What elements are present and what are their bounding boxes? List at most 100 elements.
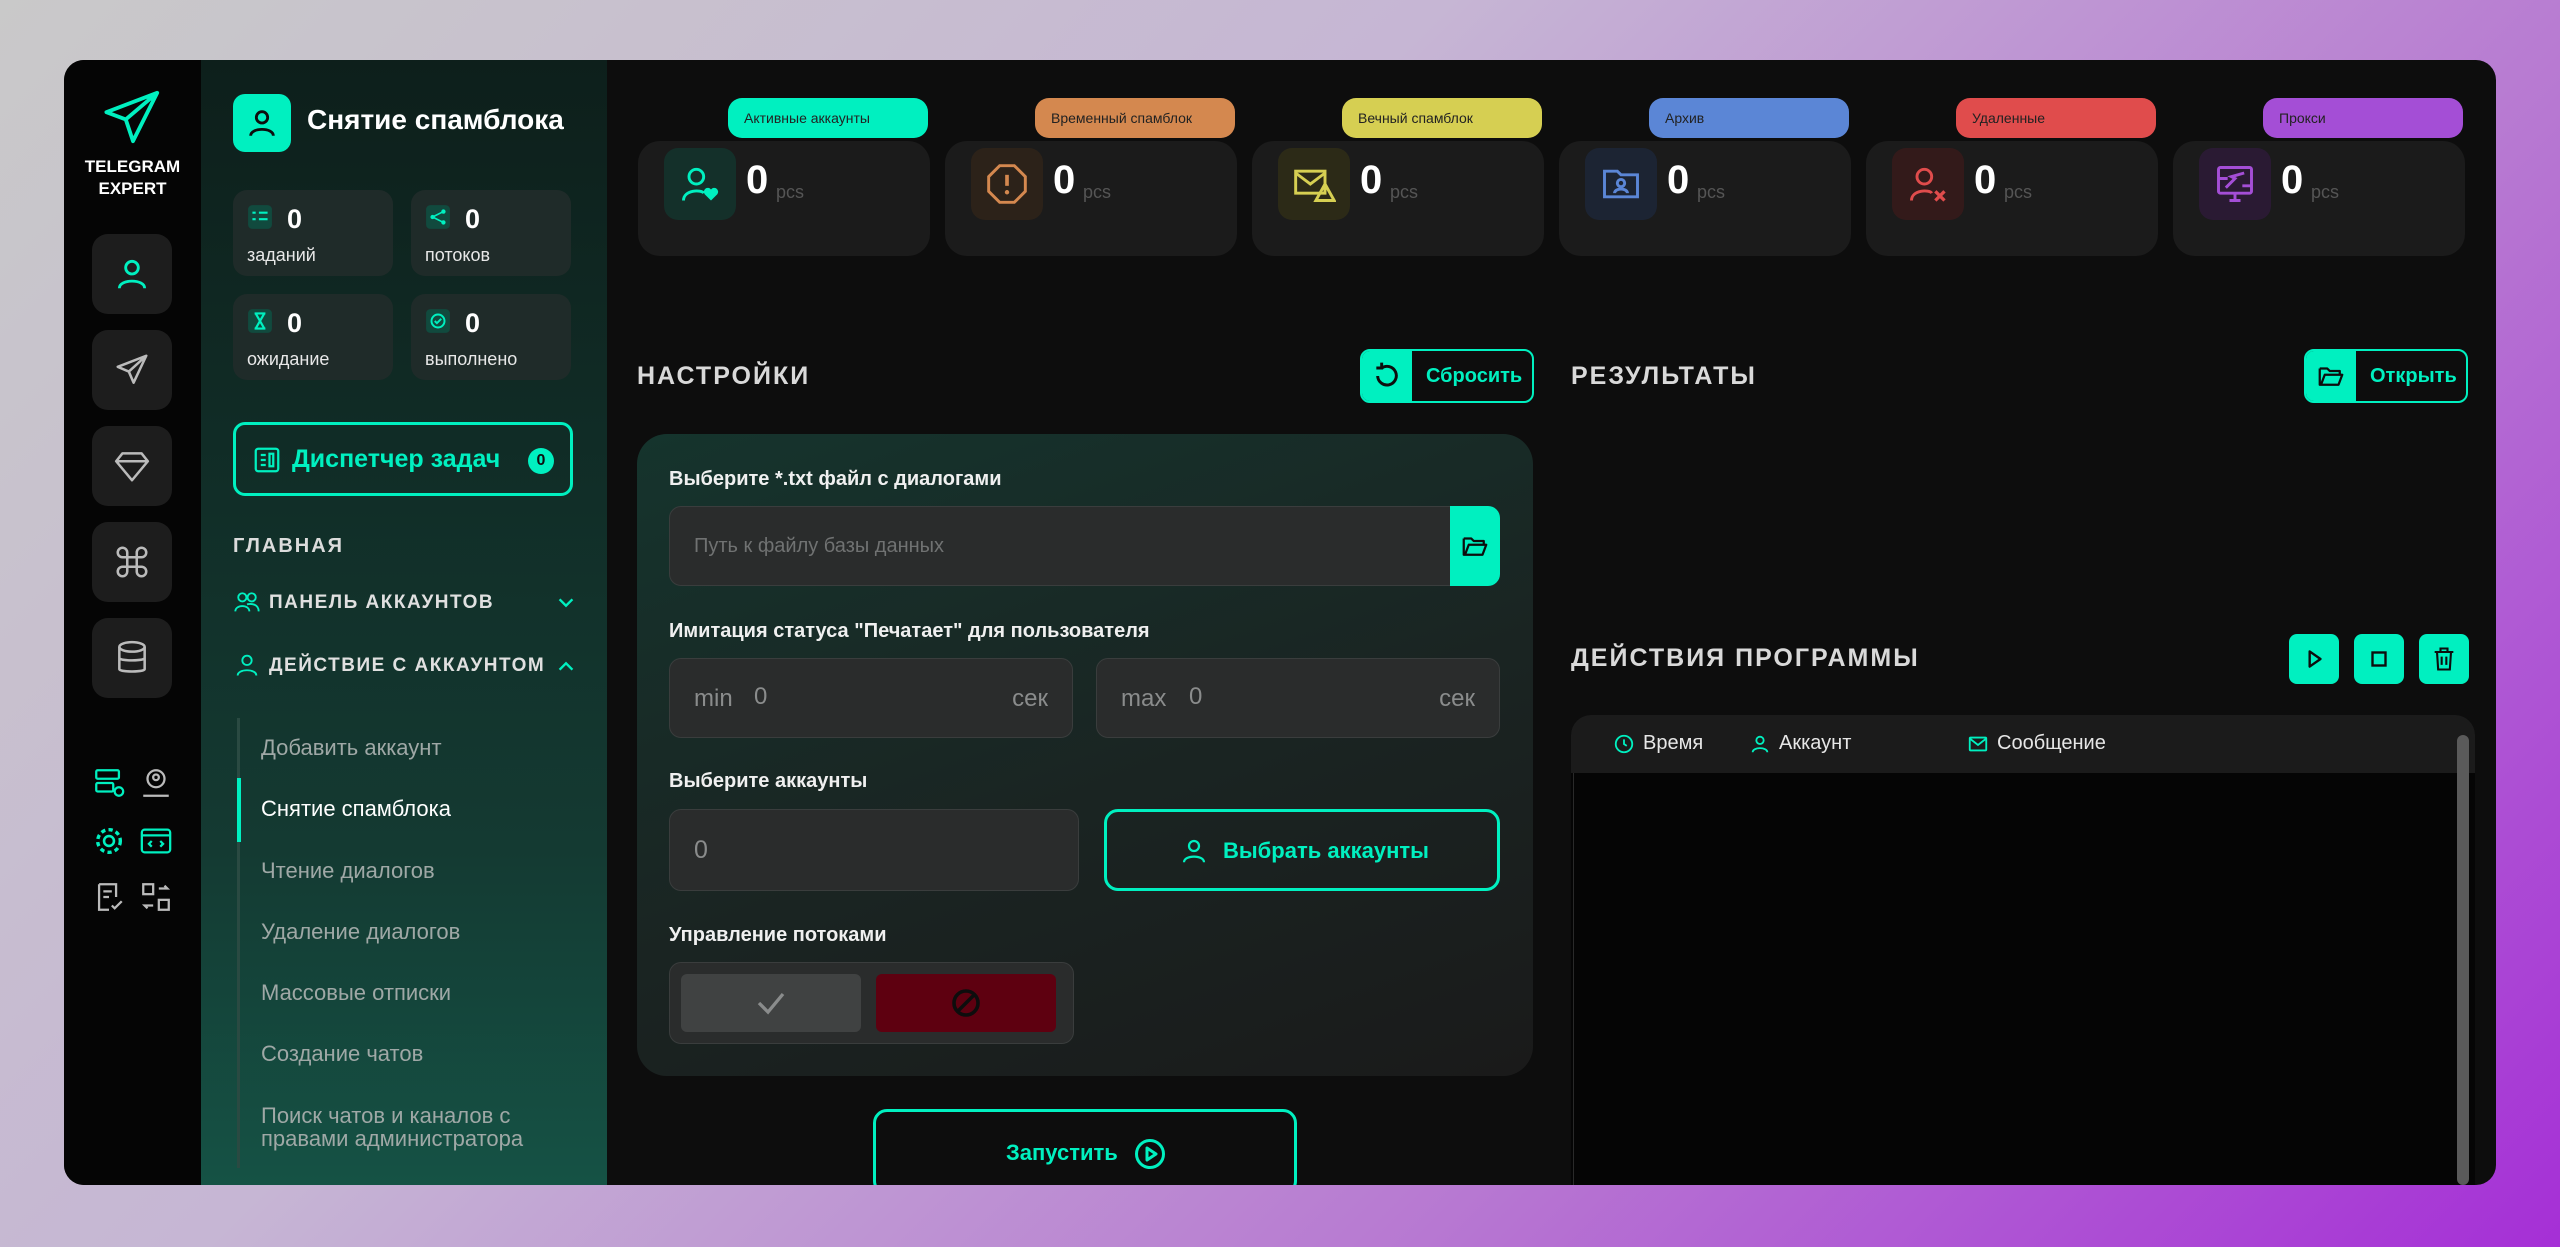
card-icon-box (1278, 148, 1350, 220)
run-label: Запустить (1006, 1140, 1118, 1165)
min-value: 0 (754, 683, 768, 710)
reset-icon-box (1362, 351, 1412, 401)
menu-item-search-admin-chats[interactable]: Поиск чатов и каналов с правами админист… (261, 1104, 523, 1150)
mail-icon (1968, 736, 1988, 752)
log-play-button[interactable] (2289, 634, 2339, 684)
file-path-field[interactable]: Путь к файлу базы данных (669, 506, 1467, 586)
rail-send-button[interactable] (92, 330, 172, 410)
accounts-count-field[interactable]: 0 (669, 809, 1079, 891)
reset-label: Сбросить (1426, 365, 1523, 387)
threads-control (669, 962, 1074, 1044)
rail-accounts-button[interactable] (92, 234, 172, 314)
accounts-panel-toggle[interactable]: ПАНЕЛЬ АККАУНТОВ (233, 586, 583, 620)
col-message: Сообщение (1997, 732, 2106, 754)
user-icon (117, 259, 147, 289)
card-tag: Удаленные (1956, 98, 2156, 138)
user-pin-icon[interactable] (139, 766, 173, 800)
dispatcher-label: Диспетчер задач (292, 445, 501, 473)
menu-item-mass-unsubscribe[interactable]: Массовые отписки (261, 980, 451, 1006)
clock-icon (1614, 734, 1634, 754)
stat-value: 0 (287, 204, 303, 234)
menu-item-delete-dialogs[interactable]: Удаление диалогов (261, 919, 460, 945)
card-unit: pcs (1390, 182, 1419, 202)
menu-active-indicator (237, 778, 241, 842)
menu-item-create-chats[interactable]: Создание чатов (261, 1041, 423, 1067)
menu-item-add-account[interactable]: Добавить аккаунт (261, 735, 442, 761)
rail-database-button[interactable] (92, 618, 172, 698)
card-value: 0 (1360, 158, 1383, 202)
stat-value: 0 (465, 204, 481, 234)
card-tag: Архив (1649, 98, 1849, 138)
typing-label: Имитация статуса "Печатает" для пользова… (669, 620, 1150, 642)
sidebar: Снятие спамблока 0 заданий 0 потоков 0 о… (201, 60, 607, 1185)
typing-max-field[interactable]: max 0 сек (1096, 658, 1500, 738)
card-icon-box (664, 148, 736, 220)
max-label: max (1121, 685, 1167, 712)
folder-open-icon (1462, 537, 1488, 556)
stat-card[interactable]: Прокси 0 pcs (2173, 98, 2465, 258)
accounts-count-value: 0 (694, 836, 708, 864)
gear-icon[interactable] (92, 824, 126, 858)
server-settings-icon[interactable] (92, 766, 126, 800)
stat-card[interactable]: Удаленные 0 pcs (1866, 98, 2158, 258)
log-stop-button[interactable] (2354, 634, 2404, 684)
mail-warning-icon (1294, 169, 1336, 202)
user-icon (1182, 839, 1206, 863)
min-label: min (694, 685, 733, 712)
stat-card[interactable]: Активные аккаунты 0 pcs (638, 98, 930, 258)
stat-card[interactable]: Архив 0 pcs (1559, 98, 1851, 258)
file-label: Выберите *.txt файл с диалогами (669, 468, 1002, 490)
hourglass-icon (248, 309, 272, 333)
rail-premium-button[interactable] (92, 426, 172, 506)
proxy-icon (2217, 166, 2253, 202)
card-unit: pcs (2004, 182, 2033, 202)
telegram-logo-icon (104, 90, 160, 144)
actions-title: ДЕЙСТВИЯ ПРОГРАММЫ (1571, 644, 1920, 672)
code-window-icon[interactable] (139, 824, 173, 858)
log-clear-button[interactable] (2419, 634, 2469, 684)
alert-octagon-icon (987, 164, 1027, 204)
account-actions-toggle[interactable]: ДЕЙСТВИЕ С АККАУНТОМ (233, 649, 583, 683)
chevron-down-icon (558, 598, 574, 608)
stat-waiting: 0 ожидание (233, 294, 393, 380)
card-icon-box (971, 148, 1043, 220)
reset-button[interactable]: Сбросить (1360, 349, 1534, 403)
user-remove-icon (1910, 167, 1946, 202)
typing-min-field[interactable]: min 0 сек (669, 658, 1073, 738)
menu-item-read-dialogs[interactable]: Чтение диалогов (261, 858, 435, 884)
card-icon-box (1585, 148, 1657, 220)
rail-commands-button[interactable] (92, 522, 172, 602)
stop-icon (2371, 651, 2387, 667)
card-icon-box (2199, 148, 2271, 220)
stat-value: 0 (287, 308, 303, 338)
checklist-icon[interactable] (92, 880, 126, 914)
stat-value: 0 (465, 308, 481, 338)
icon-rail: TELEGRAM EXPERT (64, 60, 201, 1185)
menu-item-spamblock[interactable]: Снятие спамблока (261, 796, 451, 822)
transfer-icon[interactable] (139, 880, 173, 914)
trash-icon (2434, 647, 2454, 671)
users-icon (234, 592, 260, 612)
run-button[interactable]: Запустить (873, 1109, 1297, 1185)
select-accounts-button[interactable]: Выбрать аккаунты (1104, 809, 1500, 891)
threads-disable-button[interactable] (876, 974, 1056, 1032)
play-icon (2308, 650, 2322, 668)
min-unit: сек (1012, 685, 1048, 712)
dispatcher-button[interactable]: Диспетчер задач 0 (233, 422, 573, 496)
task-list-icon (248, 205, 272, 229)
card-unit: pcs (776, 182, 805, 202)
chevron-up-icon (558, 661, 574, 671)
card-unit: pcs (1083, 182, 1112, 202)
threads-enable-button[interactable] (681, 974, 861, 1032)
card-tag: Временный спамблок (1035, 98, 1235, 138)
share-icon (426, 205, 450, 229)
card-tag: Активные аккаунты (728, 98, 928, 138)
browse-file-button[interactable] (1450, 506, 1500, 586)
stat-card[interactable]: Вечный спамблок 0 pcs (1252, 98, 1544, 258)
log-scrollbar[interactable] (2457, 735, 2469, 1185)
open-results-button[interactable]: Открыть (2304, 349, 2468, 403)
menu-item-line: Поиск чатов и каналов с (261, 1103, 511, 1128)
reset-icon (1376, 362, 1398, 387)
page-title-icon (233, 94, 291, 152)
stat-card[interactable]: Временный спамблок 0 pcs (945, 98, 1237, 258)
